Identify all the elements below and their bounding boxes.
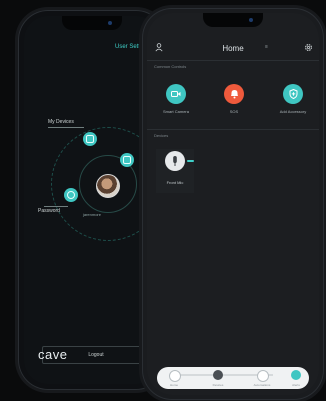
- home-screen: Home ≡ Common Controls Smart Camera SOS: [147, 13, 319, 395]
- common-controls-heading: Common Controls: [154, 64, 187, 69]
- username: jarenmore: [82, 212, 101, 217]
- device-name: Front Mic: [166, 180, 184, 185]
- header-divider: [147, 60, 319, 61]
- tab-automations-label: Automations: [253, 383, 271, 387]
- sos-label: SOS: [229, 109, 239, 114]
- tab-devices[interactable]: [213, 370, 223, 380]
- section-divider: [147, 129, 319, 130]
- smart-camera-button[interactable]: Smart Camera: [156, 84, 196, 114]
- gear-icon[interactable]: [304, 43, 313, 52]
- avatar[interactable]: [96, 174, 120, 198]
- tab-home-label: Home: [169, 383, 178, 387]
- tab-devices-label: Devices: [212, 383, 224, 387]
- accessory-node-icon[interactable]: [120, 153, 134, 167]
- device-status-indicator: [187, 160, 194, 162]
- tab-automations[interactable]: [257, 370, 269, 382]
- my-devices-connector: [48, 127, 84, 128]
- home-phone: Home ≡ Common Controls Smart Camera SOS: [142, 8, 324, 400]
- tab-alerts-label: Alerts: [292, 383, 300, 387]
- brand-logo: cave: [38, 347, 68, 362]
- sos-button[interactable]: SOS: [214, 84, 254, 114]
- add-accessory-button[interactable]: Add Accessory: [273, 84, 313, 114]
- bell-icon: [224, 84, 244, 104]
- my-devices-label[interactable]: My Devices: [48, 119, 74, 125]
- devices-node-icon[interactable]: [83, 132, 97, 146]
- tab-alerts[interactable]: [291, 370, 301, 380]
- bottom-tab-bar: Home Devices Automations Alerts: [157, 367, 309, 389]
- page-title: Home: [222, 44, 244, 53]
- user-setting-screen: User Setting My Devices Password jarenmo…: [24, 16, 160, 384]
- microphone-icon[interactable]: [165, 151, 185, 171]
- devices-heading: Devices: [154, 133, 169, 138]
- smart-camera-label: Smart Camera: [162, 109, 189, 114]
- camera-icon: [166, 84, 186, 104]
- shield-plus-icon: [283, 84, 303, 104]
- device-card[interactable]: Front Mic: [156, 149, 194, 193]
- password-connector: [44, 206, 68, 207]
- house-selector-icon[interactable]: ≡: [265, 44, 268, 50]
- password-node-icon[interactable]: [64, 188, 78, 202]
- add-accessory-label: Add Accessory: [279, 109, 307, 114]
- home-header: Home ≡: [147, 40, 319, 58]
- tab-home[interactable]: [169, 370, 181, 382]
- phone-notch: [62, 16, 122, 30]
- phone-notch: [203, 13, 263, 27]
